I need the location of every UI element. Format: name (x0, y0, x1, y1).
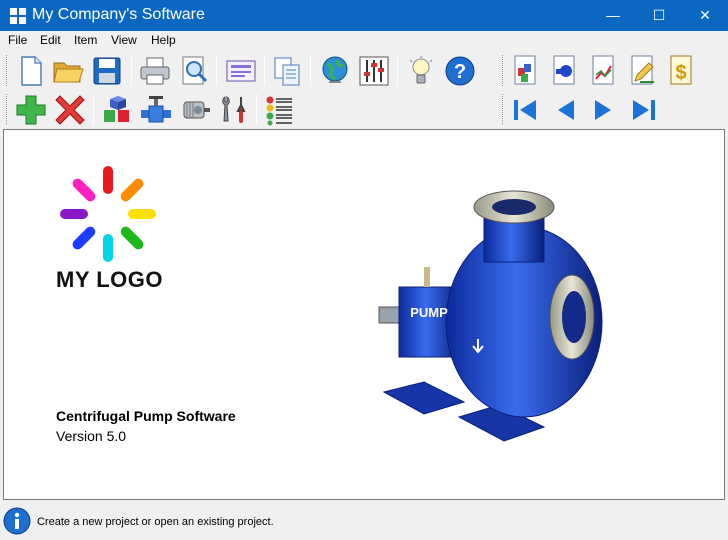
report-cost-icon[interactable]: $ (665, 54, 699, 88)
menu-edit[interactable]: Edit (40, 33, 61, 47)
svg-text:?: ? (454, 61, 466, 83)
minimize-button[interactable]: — (590, 0, 636, 31)
mixer-sliders-icon[interactable] (357, 54, 391, 88)
splash-panel: MY LOGO Centrifugal Pump Software Versio… (3, 129, 725, 500)
print-icon[interactable] (138, 54, 172, 88)
status-message: Create a new project or open an existing… (37, 516, 274, 528)
toolbar-grip[interactable] (502, 55, 505, 86)
report-3d-icon[interactable] (509, 54, 543, 88)
open-folder-icon[interactable] (51, 54, 85, 88)
toolbar-separator (93, 94, 94, 125)
save-disk-icon[interactable] (90, 54, 124, 88)
toolbar-separator (216, 55, 217, 86)
report-pump-icon[interactable] (548, 54, 582, 88)
new-document-icon[interactable] (14, 54, 48, 88)
toolbar-separator (397, 55, 398, 86)
report-edit-icon[interactable] (626, 54, 660, 88)
delete-icon[interactable] (53, 93, 87, 127)
pump-illustration: PUMP (378, 190, 603, 442)
print-preview-icon[interactable] (177, 54, 211, 88)
help-icon[interactable]: ? (443, 54, 477, 88)
toolbar-separator (256, 94, 257, 125)
toolbar-main: ? $ (0, 51, 728, 90)
toolbar-separator (264, 55, 265, 86)
product-version: Version 5.0 (56, 428, 127, 444)
product-name: Centrifugal Pump Software (56, 408, 236, 424)
first-record-button[interactable] (509, 93, 543, 127)
report-chart-icon[interactable] (587, 54, 621, 88)
blocks-icon[interactable] (100, 93, 134, 127)
window-title: My Company's Software (32, 6, 205, 23)
add-icon[interactable] (14, 93, 48, 127)
application-window: My Company's Software — ☐ ✕ File Edit It… (0, 0, 728, 540)
previous-record-button[interactable] (548, 93, 582, 127)
status-bar: Create a new project or open an existing… (0, 503, 728, 540)
logo-text: MY LOGO (56, 267, 163, 292)
toolbar-grip[interactable] (6, 94, 9, 125)
checklist-icon[interactable] (262, 93, 296, 127)
maximize-button[interactable]: ☐ (636, 0, 682, 31)
next-record-button[interactable] (587, 93, 621, 127)
menu-item[interactable]: Item (74, 33, 97, 47)
tools-icon[interactable] (217, 93, 251, 127)
motor-icon[interactable] (178, 93, 212, 127)
menu-help[interactable]: Help (151, 33, 176, 47)
globe-icon[interactable] (318, 54, 352, 88)
form-icon[interactable] (224, 54, 258, 88)
menu-file[interactable]: File (8, 33, 27, 47)
toolbar-items (0, 90, 728, 129)
close-button[interactable]: ✕ (682, 0, 728, 31)
toolbar-separator (131, 55, 132, 86)
valve-icon[interactable] (139, 93, 173, 127)
info-icon (3, 507, 31, 535)
toolbar-separator (310, 55, 311, 86)
app-icon[interactable] (10, 8, 26, 24)
svg-text:$: $ (675, 62, 686, 84)
menu-bar: File Edit Item View Help (0, 31, 728, 51)
menu-view[interactable]: View (111, 33, 137, 47)
last-record-button[interactable] (626, 93, 660, 127)
toolbar-grip[interactable] (502, 94, 505, 125)
lightbulb-icon[interactable] (404, 54, 438, 88)
pump-label: PUMP (410, 305, 448, 320)
title-bar[interactable]: My Company's Software — ☐ ✕ (0, 0, 728, 31)
copy-icon[interactable] (270, 54, 304, 88)
toolbar-grip[interactable] (6, 55, 9, 86)
